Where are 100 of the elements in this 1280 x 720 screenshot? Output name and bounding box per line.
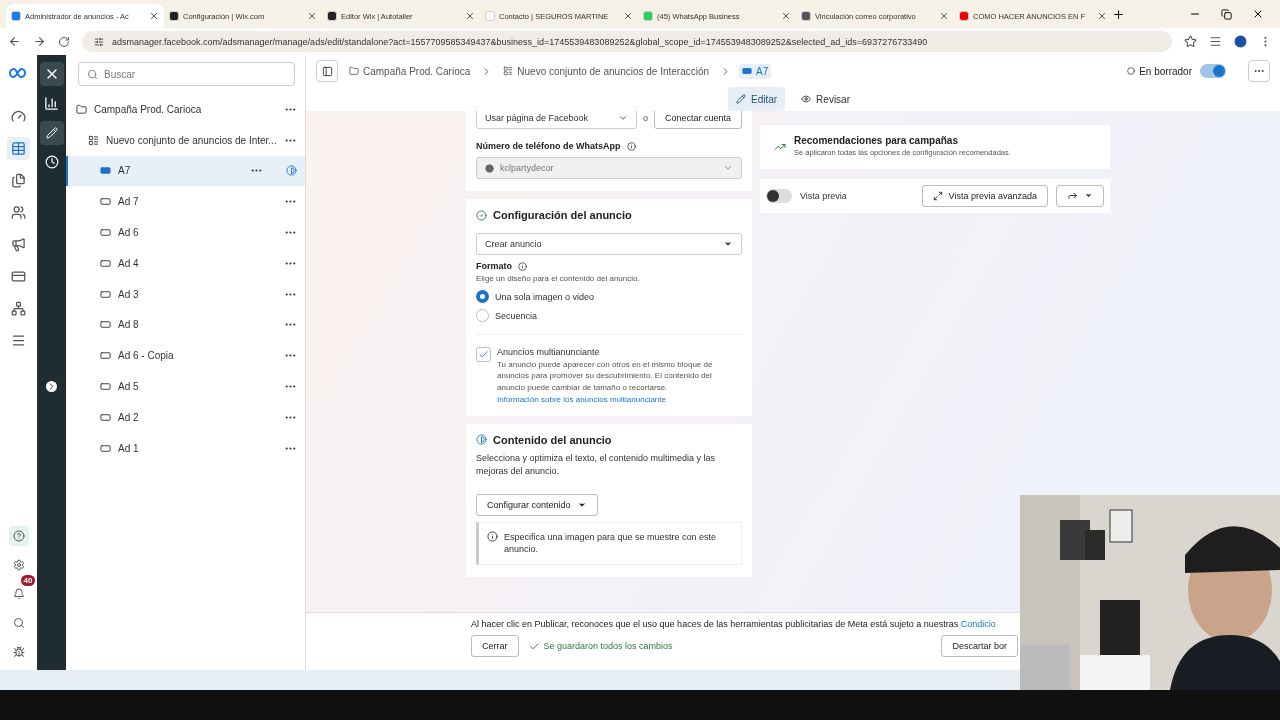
tree-item[interactable]: A7 [66, 155, 305, 187]
tree-item[interactable]: Ad 7 [66, 186, 305, 218]
expand-icon[interactable] [46, 381, 57, 392]
info-icon [487, 530, 498, 542]
favicon-icon [11, 11, 21, 21]
whatsapp-select[interactable]: kclpartydecor [476, 157, 742, 179]
breadcrumb-link[interactable]: Nuevo conjunto de anuncios de Interacción [500, 63, 713, 79]
panel-toggle-button[interactable] [316, 60, 338, 82]
expand-icon [932, 190, 943, 201]
info-icon [626, 141, 636, 151]
card-title: Recomendaciones para campañas [794, 135, 959, 146]
close-icon[interactable] [39, 62, 64, 86]
tree-item[interactable]: Ad 2 [66, 401, 305, 433]
format-hint: Elige un diseño para el contenido del anuncio. [476, 273, 641, 285]
radio-button[interactable] [476, 290, 489, 304]
close-tab-icon[interactable] [939, 11, 949, 21]
publish-toggle[interactable] [1200, 64, 1226, 78]
radio-label: Una sola imagen o video [495, 291, 595, 302]
preview-toggle[interactable] [766, 188, 792, 203]
help-icon[interactable] [8, 526, 29, 546]
folder-icon [76, 103, 87, 115]
tree-item[interactable]: Ad 6 [66, 217, 305, 248]
playlist-icon[interactable] [1209, 35, 1222, 48]
creation-select[interactable]: Crear anuncio [476, 233, 742, 255]
list-icon [88, 134, 99, 146]
bookmark-icon[interactable] [1184, 35, 1197, 48]
share-button[interactable] [1056, 184, 1104, 207]
section-title: Contenido del anuncio [493, 433, 612, 446]
discard-button[interactable]: Descartar bor [941, 635, 1018, 657]
section-description: Selecciona y optimiza el texto, el contenido multimedia y las mejoras del anuncio. [476, 451, 717, 478]
mode-tab[interactable]: Revisar [793, 87, 858, 111]
tree-item[interactable]: Ad 6 - Copia [66, 340, 305, 372]
back-icon[interactable] [8, 35, 21, 48]
avatar-icon[interactable] [1234, 35, 1247, 48]
page-select[interactable]: Usar página de Facebook [476, 111, 637, 129]
caret-icon [723, 239, 733, 249]
mode-tab[interactable]: Editar [728, 87, 786, 111]
tree-item[interactable]: Ad 4 [66, 248, 305, 279]
favicon-icon [959, 11, 969, 21]
table-icon[interactable] [7, 137, 30, 160]
ad-icon [100, 196, 111, 208]
tree-item[interactable]: Ad 3 [66, 278, 305, 310]
info-link[interactable]: Información sobre los anuncios multianunciante [497, 394, 666, 404]
reload-icon[interactable] [58, 35, 70, 48]
infinity-logo-icon[interactable] [8, 67, 29, 79]
ad-icon [100, 257, 111, 269]
half-circle-icon [476, 434, 487, 446]
saved-status: Se guardaron todos los cambios [543, 641, 673, 651]
notification-badge: 40 [20, 575, 36, 586]
close-button[interactable]: Cerrar [471, 635, 519, 657]
half-circle-icon [286, 165, 297, 177]
address-bar[interactable]: adsmanager.facebook.com/adsmanager/manage/ads/edit/standalone?act=1557709585349437&business_id=1745539483089252&global_scope_id=1745539483089252&selected_ad_ids=6937276733490 [82, 31, 1172, 52]
field-label: Formato [476, 261, 512, 271]
terms-link[interactable]: Condicio [960, 619, 996, 629]
tree-item[interactable]: Nuevo conjunto de anuncios de Inter... [66, 124, 305, 156]
pencil-icon [736, 94, 746, 104]
close-icon[interactable] [1252, 8, 1264, 20]
radio-label: Secuencia [495, 310, 538, 321]
breadcrumb-link[interactable]: Campaña Prod. Carioca [346, 63, 474, 79]
checkbox[interactable] [476, 347, 491, 363]
ad-icon [100, 288, 111, 300]
caret-icon [617, 113, 628, 123]
favicon-icon [801, 11, 811, 21]
close-tab-icon[interactable] [307, 11, 317, 21]
list-icon [503, 66, 514, 76]
or-text: o [642, 113, 648, 123]
ad-icon [100, 350, 111, 362]
configure-button[interactable]: Configurar contenido [476, 493, 598, 516]
panel-icon [321, 65, 333, 77]
search-field[interactable]: Buscar [78, 62, 295, 86]
tree-item[interactable]: Campaña Prod. Carioca [66, 94, 305, 125]
close-tab-icon[interactable] [781, 11, 791, 21]
ad-icon [100, 411, 111, 423]
ad-icon [742, 66, 753, 76]
tree-item[interactable]: Ad 1 [66, 432, 305, 464]
breadcrumb-link[interactable]: A7 [739, 63, 772, 79]
tree-item[interactable]: Ad 8 [66, 309, 305, 341]
new-tab-icon[interactable] [1112, 7, 1125, 21]
forward-icon[interactable] [33, 35, 46, 48]
site-info-icon[interactable] [94, 36, 104, 47]
section-title: Configuración del anuncio [493, 209, 632, 221]
check-icon [528, 640, 540, 652]
field-label: Número de teléfono de WhatsApp [476, 141, 621, 151]
check-circle-icon [476, 209, 487, 221]
status-circle-icon [1127, 67, 1136, 75]
favicon-icon [169, 11, 179, 21]
caret-icon [1084, 191, 1093, 200]
toggle-label: Vista previa [800, 190, 848, 201]
advanced-preview-button[interactable]: Vista previa avanzada [921, 184, 1048, 207]
edit-icon[interactable] [39, 121, 64, 145]
close-tab-icon[interactable] [149, 11, 159, 21]
close-tab-icon[interactable] [623, 11, 633, 21]
ad-icon [100, 319, 111, 331]
tree-item[interactable]: Ad 5 [66, 371, 305, 402]
search-icon [87, 68, 98, 80]
connect-button[interactable]: Conectar cuenta [653, 111, 742, 129]
close-tab-icon[interactable] [465, 11, 475, 21]
restore-icon[interactable] [1221, 8, 1232, 20]
close-tab-icon[interactable] [1097, 11, 1107, 21]
share-icon [1067, 190, 1078, 201]
